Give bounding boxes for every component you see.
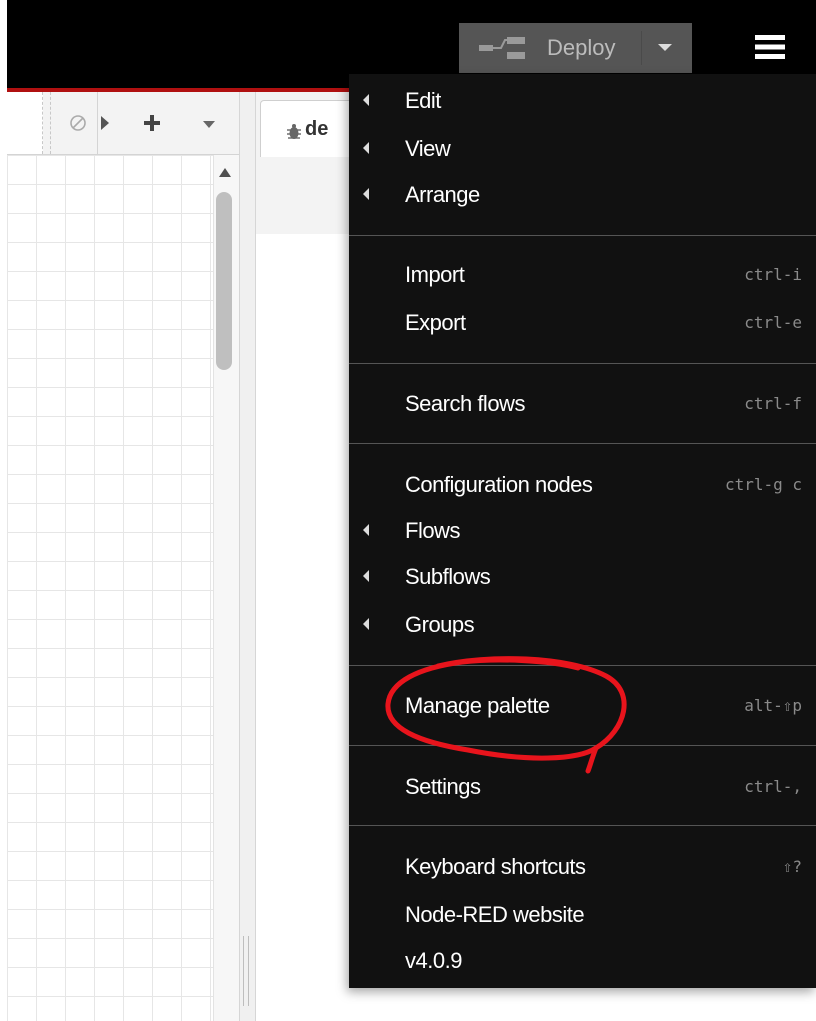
chevron-left-icon bbox=[363, 188, 369, 200]
menu-divider bbox=[349, 443, 816, 444]
menu-item-shortcut: ⇧? bbox=[782, 857, 802, 876]
chevron-left-icon bbox=[363, 94, 369, 106]
menu-item-label: Groups bbox=[405, 612, 475, 637]
menu-item-groups[interactable]: Groups bbox=[349, 602, 816, 646]
scroll-up-icon[interactable] bbox=[217, 165, 233, 179]
menu-item-label: Node-RED website bbox=[405, 902, 585, 927]
menu-divider bbox=[349, 825, 816, 826]
bug-icon bbox=[287, 124, 301, 139]
menu-item-export[interactable]: Export ctrl-e bbox=[349, 300, 816, 344]
menu-item-label: v4.0.9 bbox=[405, 948, 462, 973]
menu-item-label: Edit bbox=[405, 88, 441, 113]
menu-item-shortcut: alt-⇧p bbox=[744, 696, 802, 715]
scrollbar-thumb[interactable] bbox=[216, 192, 232, 370]
deploy-label: Deploy bbox=[547, 35, 616, 60]
chevron-left-icon bbox=[363, 142, 369, 154]
sidebar-splitter[interactable] bbox=[239, 92, 256, 1021]
hamburger-menu-icon[interactable] bbox=[755, 34, 785, 60]
menu-item-shortcut: ctrl-e bbox=[744, 313, 802, 332]
menu-item-shortcut: ctrl-g c bbox=[724, 475, 802, 494]
menu-item-subflows[interactable]: Subflows bbox=[349, 554, 816, 598]
menu-item-label: Manage palette bbox=[405, 693, 550, 718]
chevron-down-icon[interactable] bbox=[201, 118, 217, 130]
menu-item-label: Settings bbox=[405, 774, 481, 799]
menu-item-edit[interactable]: Edit bbox=[349, 78, 816, 122]
workspace-tab-bar bbox=[7, 92, 239, 155]
menu-item-label: Import bbox=[405, 262, 465, 287]
tab-debug-label: de bbox=[305, 118, 329, 140]
menu-item-shortcut: ctrl-i bbox=[744, 265, 802, 284]
menu-item-configuration-nodes[interactable]: Configuration nodes ctrl-g c bbox=[349, 462, 816, 506]
deploy-button[interactable]: Deploy bbox=[459, 23, 692, 73]
menu-item-version: v4.0.9 bbox=[349, 938, 816, 982]
chevron-down-icon[interactable] bbox=[655, 37, 675, 57]
workspace-canvas[interactable] bbox=[7, 155, 213, 1021]
splitter-grip[interactable] bbox=[243, 936, 249, 1006]
menu-item-node-red-website[interactable]: Node-RED website bbox=[349, 892, 816, 936]
add-flow-icon[interactable] bbox=[142, 113, 162, 133]
menu-item-label: View bbox=[405, 136, 451, 161]
menu-divider bbox=[349, 235, 816, 236]
menu-item-shortcut: ctrl-f bbox=[744, 394, 802, 413]
disabled-icon[interactable] bbox=[69, 114, 87, 132]
menu-divider bbox=[349, 665, 816, 666]
sidebar-panel bbox=[256, 234, 356, 1021]
menu-item-manage-palette[interactable]: Manage palette alt-⇧p bbox=[349, 683, 816, 727]
menu-item-label: Search flows bbox=[405, 391, 525, 416]
deploy-flow-icon bbox=[479, 37, 525, 59]
deploy-divider bbox=[641, 31, 642, 65]
menu-item-flows[interactable]: Flows bbox=[349, 508, 816, 552]
tab-tools bbox=[50, 92, 98, 154]
menu-item-label: Export bbox=[405, 310, 466, 335]
menu-item-label: Flows bbox=[405, 518, 460, 543]
menu-divider bbox=[349, 745, 816, 746]
menu-item-label: Arrange bbox=[405, 182, 480, 207]
menu-item-label: Keyboard shortcuts bbox=[405, 854, 586, 879]
chevron-left-icon bbox=[363, 570, 369, 582]
scroll-right-icon[interactable] bbox=[98, 112, 112, 134]
menu-item-import[interactable]: Import ctrl-i bbox=[349, 252, 816, 296]
menu-item-label: Configuration nodes bbox=[405, 472, 593, 497]
menu-item-search-flows[interactable]: Search flows ctrl-f bbox=[349, 381, 816, 425]
menu-divider bbox=[349, 363, 816, 364]
menu-item-keyboard-shortcuts[interactable]: Keyboard shortcuts ⇧? bbox=[349, 844, 816, 888]
menu-item-arrange[interactable]: Arrange bbox=[349, 172, 816, 216]
chevron-left-icon bbox=[363, 524, 369, 536]
menu-item-settings[interactable]: Settings ctrl-, bbox=[349, 764, 816, 808]
flow-tab[interactable] bbox=[7, 92, 43, 154]
menu-item-view[interactable]: View bbox=[349, 126, 816, 170]
menu-item-shortcut: ctrl-, bbox=[744, 777, 802, 796]
chevron-left-icon bbox=[363, 618, 369, 630]
menu-item-label: Subflows bbox=[405, 564, 491, 589]
